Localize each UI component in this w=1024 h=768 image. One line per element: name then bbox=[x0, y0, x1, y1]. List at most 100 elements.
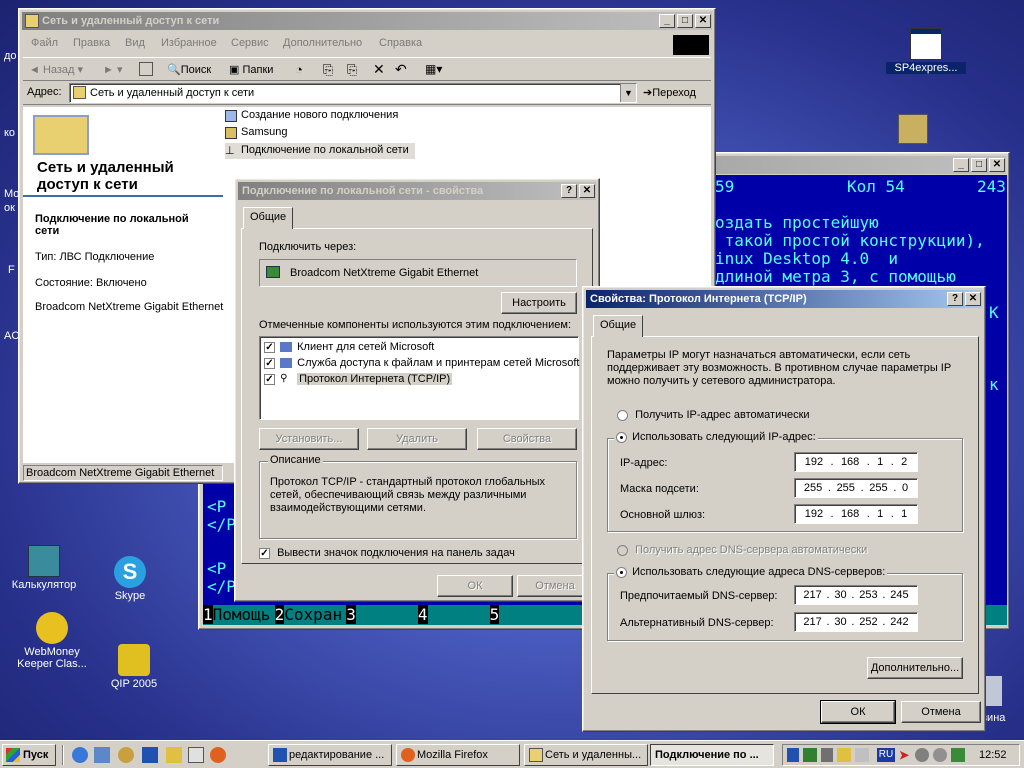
delete-icon[interactable]: ✕ bbox=[373, 61, 385, 78]
cancel-button[interactable]: Отмена bbox=[901, 701, 981, 723]
menu-advanced[interactable]: Дополнительно bbox=[283, 37, 362, 49]
address-input[interactable]: Сеть и удаленный доступ к сети ▼ bbox=[69, 83, 637, 103]
recycle-bin-icon[interactable] bbox=[984, 676, 1002, 706]
desktop-icon-skype[interactable]: S Skype bbox=[90, 556, 170, 602]
network-tray-icon[interactable] bbox=[803, 748, 817, 762]
tcpip-properties-dialog[interactable]: Свойства: Протокол Интернета (TCP/IP) ? … bbox=[582, 286, 986, 732]
desktop-icon-label: QIP 2005 bbox=[110, 678, 158, 690]
history-icon[interactable]: ◔ bbox=[295, 62, 303, 77]
show-icon-checkbox[interactable]: ✓ bbox=[259, 547, 270, 559]
gateway-field[interactable]: 192. 168. 1. 1 bbox=[794, 504, 918, 524]
forward-button[interactable]: ► ▾ bbox=[103, 63, 122, 76]
component-item[interactable]: ✓ Служба доступа к файлам и принтерам се… bbox=[264, 357, 579, 373]
alternate-dns-field[interactable]: 217. 30. 252. 242 bbox=[794, 612, 918, 632]
task-lan-properties[interactable]: Подключение по ... bbox=[650, 744, 774, 766]
menu-favorites[interactable]: Избранное bbox=[161, 37, 217, 49]
desktop-icon-sp4express[interactable]: SP4expres... bbox=[886, 28, 966, 74]
auto-dns-option[interactable]: Получить адрес DNS-сервера автоматически bbox=[617, 544, 867, 556]
task-network[interactable]: Сеть и удаленны... bbox=[524, 744, 648, 766]
remove-button[interactable]: Удалить bbox=[367, 428, 467, 450]
manual-dns-radio[interactable] bbox=[616, 566, 627, 578]
component-item[interactable]: ✓ Клиент для сетей Microsoft bbox=[264, 341, 434, 357]
menu-view[interactable]: Вид bbox=[125, 37, 145, 49]
menu-tools[interactable]: Сервис bbox=[231, 37, 269, 49]
desktop-icon-webmoney[interactable]: WebMoney Keeper Clas... bbox=[12, 612, 92, 670]
ok-button[interactable]: ОК bbox=[437, 575, 513, 597]
list-item-selected[interactable]: ⊥ Подключение по локальной сети bbox=[225, 143, 415, 159]
tray-icon[interactable] bbox=[837, 748, 851, 762]
tray-icon[interactable] bbox=[821, 748, 833, 762]
tray-icon[interactable]: ➤ bbox=[899, 748, 911, 762]
fkey-label[interactable]: Сохран bbox=[284, 605, 346, 625]
views-icon[interactable]: ▦▾ bbox=[425, 62, 442, 76]
manual-ip-option[interactable]: Использовать следующий IP-адрес: bbox=[614, 431, 818, 443]
folders-button[interactable]: ▣ Папки bbox=[229, 63, 273, 76]
tab-general[interactable]: Общие bbox=[593, 315, 644, 337]
app-icon[interactable] bbox=[118, 747, 134, 763]
language-indicator[interactable]: RU bbox=[877, 748, 895, 762]
manual-dns-option[interactable]: Использовать следующие адреса DNS-сервер… bbox=[614, 566, 888, 578]
component-checkbox[interactable]: ✓ bbox=[264, 373, 275, 385]
close-button[interactable]: ✕ bbox=[579, 184, 595, 198]
tab-general[interactable]: Общие bbox=[243, 207, 294, 229]
auto-ip-option[interactable]: Получить IP-адрес автоматически bbox=[617, 409, 810, 421]
menu-file[interactable]: Файл bbox=[31, 37, 58, 49]
ip-address-field[interactable]: 192. 168. 1. 2 bbox=[794, 452, 918, 472]
components-list[interactable]: ✓ Клиент для сетей Microsoft ✓ Служба до… bbox=[259, 336, 579, 420]
go-button[interactable]: ➔Переход bbox=[643, 86, 696, 99]
task-firefox[interactable]: Mozilla Firefox bbox=[396, 744, 520, 766]
desktop-icon-calculator[interactable]: Калькулятор bbox=[4, 545, 84, 591]
close-button[interactable]: ✕ bbox=[965, 292, 981, 306]
manual-ip-radio[interactable] bbox=[616, 431, 627, 443]
auto-dns-radio[interactable] bbox=[617, 544, 628, 556]
app-icon[interactable] bbox=[166, 747, 182, 763]
subnet-mask-field[interactable]: 255. 255. 255. 0 bbox=[794, 478, 918, 498]
maximize-button[interactable]: □ bbox=[677, 14, 693, 28]
chevron-down-icon[interactable]: ▼ bbox=[620, 84, 636, 102]
fkey-label[interactable]: Помощь bbox=[213, 605, 275, 625]
undo-icon[interactable]: ↶ bbox=[395, 61, 407, 78]
maximize-button[interactable]: □ bbox=[971, 158, 987, 172]
component-checkbox[interactable]: ✓ bbox=[264, 357, 275, 369]
properties-button[interactable]: Свойства bbox=[477, 428, 577, 450]
lan-properties-dialog[interactable]: Подключение по локальной сети - свойства… bbox=[234, 178, 600, 602]
desktop-icon-qip[interactable]: QIP 2005 bbox=[94, 644, 174, 690]
minimize-button[interactable]: _ bbox=[659, 14, 675, 28]
up-folder-icon[interactable] bbox=[139, 62, 153, 76]
components-label: Отмеченные компоненты используются этим … bbox=[259, 319, 572, 331]
preferred-dns-field[interactable]: 217. 30. 253. 245 bbox=[794, 585, 918, 605]
app-icon[interactable] bbox=[142, 747, 158, 763]
tray-icon[interactable] bbox=[915, 748, 929, 762]
component-item-selected[interactable]: ✓ ⚲ Протокол Интернета (TCP/IP) bbox=[264, 373, 453, 389]
close-button[interactable]: ✕ bbox=[989, 158, 1005, 172]
start-button[interactable]: Пуск bbox=[2, 744, 56, 766]
close-button[interactable]: ✕ bbox=[695, 14, 711, 28]
clock[interactable]: 12:52 bbox=[979, 749, 1007, 761]
tray-icon[interactable] bbox=[787, 748, 799, 762]
tray-icon[interactable] bbox=[951, 748, 965, 762]
help-button[interactable]: ? bbox=[947, 292, 963, 306]
component-checkbox[interactable]: ✓ bbox=[264, 341, 275, 353]
ok-button[interactable]: ОК bbox=[820, 700, 896, 724]
show-icon-checkbox-row[interactable]: ✓ Вывести значок подключения на панель з… bbox=[259, 547, 515, 559]
menu-edit[interactable]: Правка bbox=[73, 37, 110, 49]
search-button[interactable]: 🔍Поиск bbox=[167, 63, 211, 76]
ie-icon[interactable] bbox=[72, 747, 88, 763]
firefox-icon[interactable] bbox=[210, 747, 226, 763]
back-button[interactable]: ◄ Назад ▾ bbox=[29, 63, 83, 76]
menu-help[interactable]: Справка bbox=[379, 37, 422, 49]
app-icon[interactable] bbox=[188, 747, 204, 763]
auto-ip-radio[interactable] bbox=[617, 409, 628, 421]
tray-icon[interactable] bbox=[933, 748, 947, 762]
advanced-button[interactable]: Дополнительно... bbox=[867, 657, 963, 679]
move-to-icon[interactable]: ⎘ bbox=[323, 62, 333, 78]
help-button[interactable]: ? bbox=[561, 184, 577, 198]
install-button[interactable]: Установить... bbox=[259, 428, 359, 450]
minimize-button[interactable]: _ bbox=[953, 158, 969, 172]
configure-button[interactable]: Настроить bbox=[501, 292, 577, 314]
installer-icon[interactable] bbox=[898, 114, 928, 144]
tray-icon[interactable] bbox=[855, 748, 869, 762]
task-editor[interactable]: редактирование ... bbox=[268, 744, 392, 766]
show-desktop-icon[interactable] bbox=[94, 747, 110, 763]
copy-to-icon[interactable]: ⎘ bbox=[347, 62, 357, 78]
